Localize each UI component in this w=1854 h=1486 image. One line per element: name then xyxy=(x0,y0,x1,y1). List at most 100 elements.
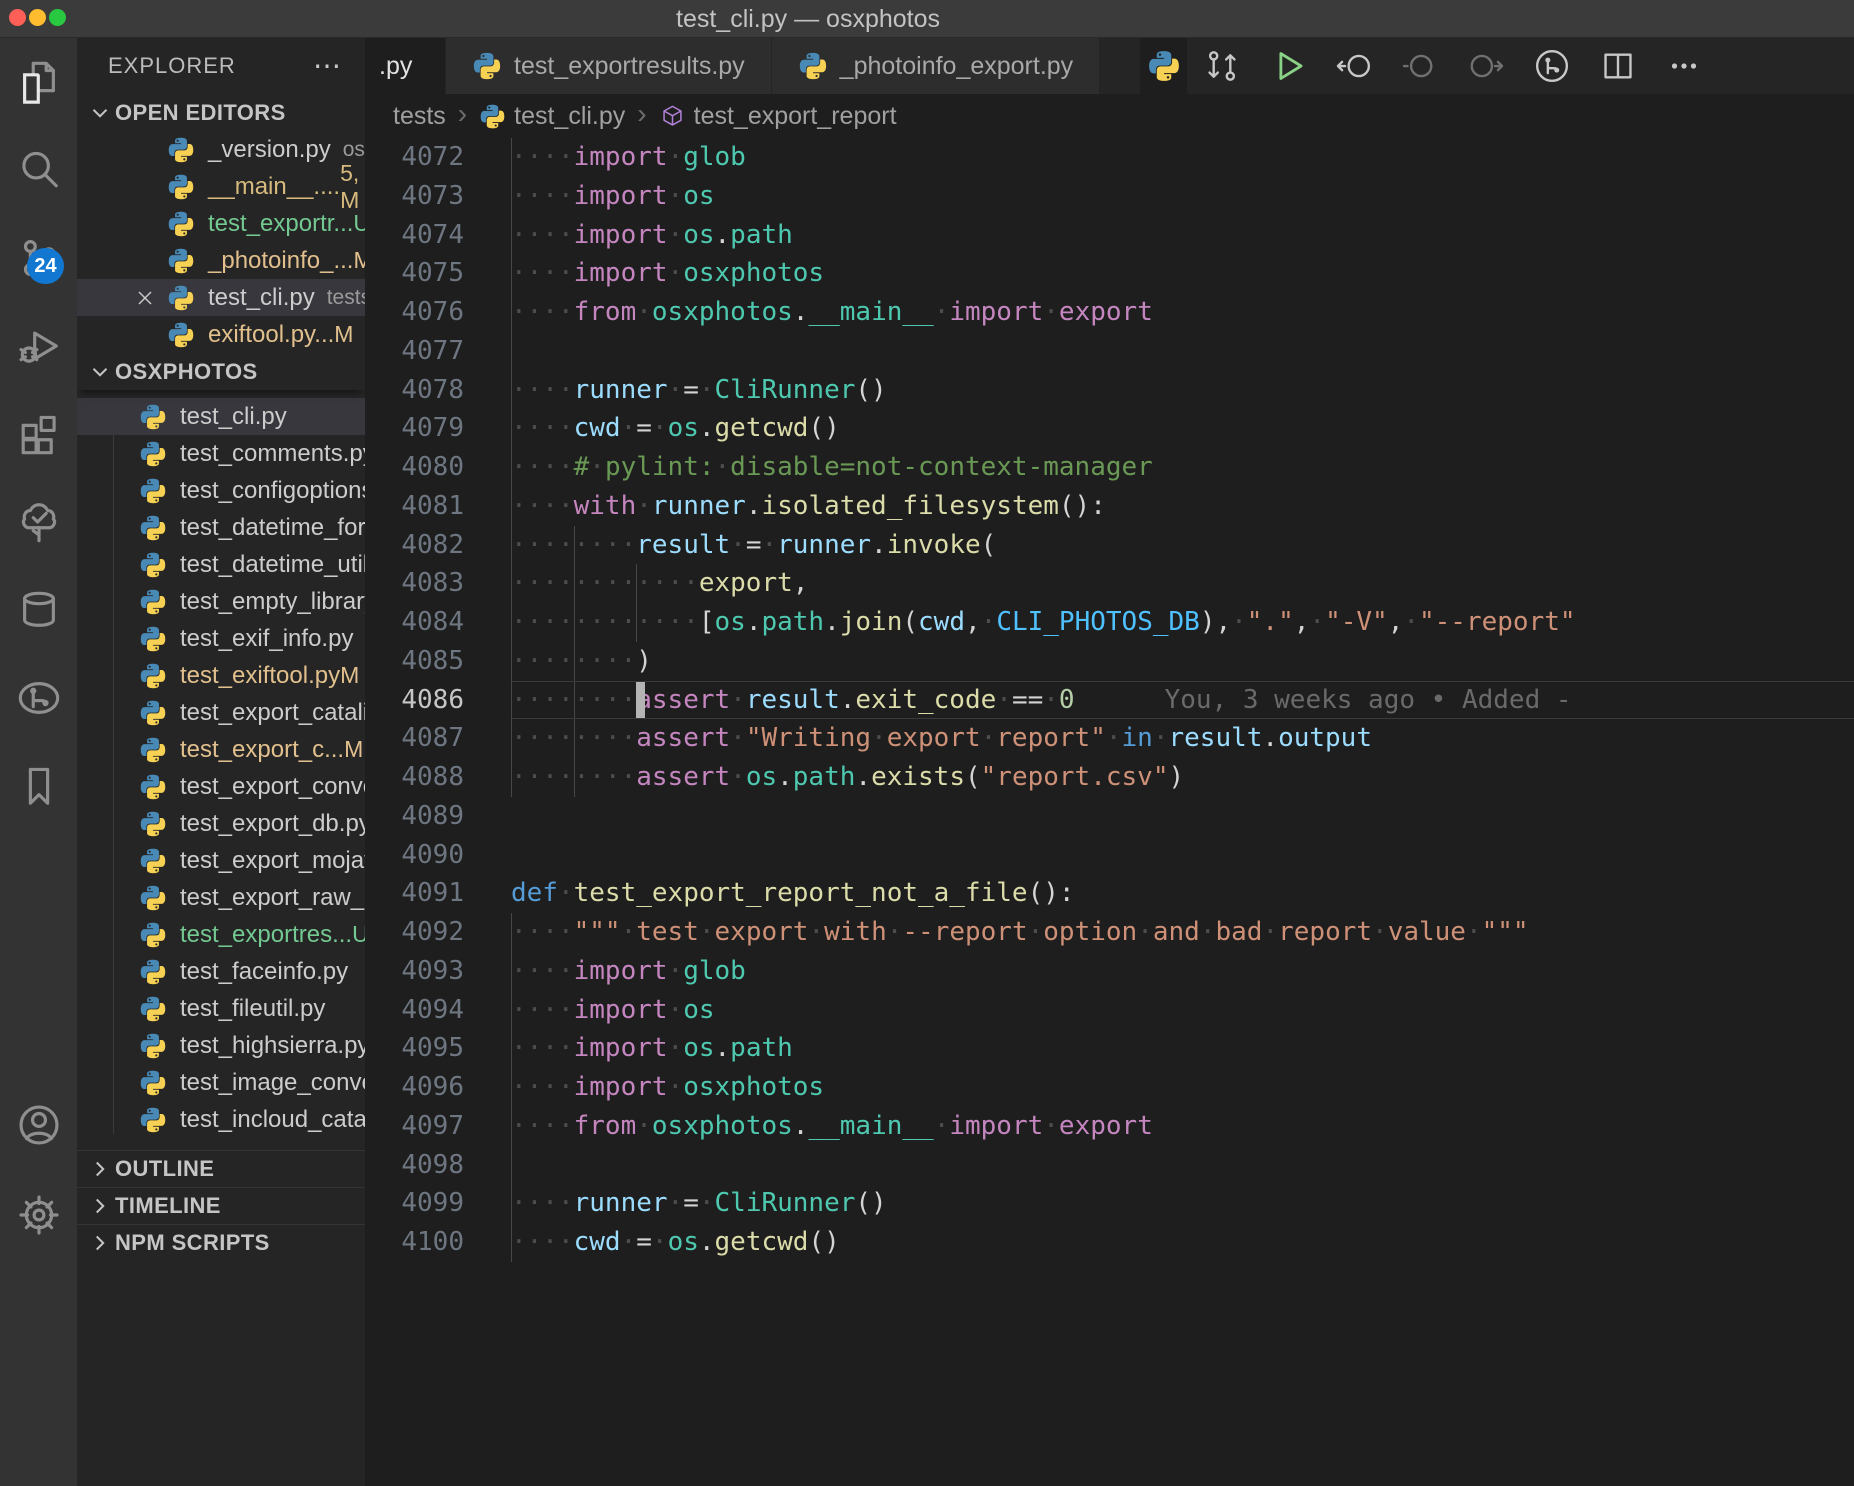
tab-.py[interactable]: .py xyxy=(365,38,445,94)
code-line-content[interactable]: ········assert·result.exit_code·==·0You,… xyxy=(511,681,1854,720)
line-number[interactable]: 4084 xyxy=(365,603,511,642)
breadcrumb-item-test_cli.py[interactable]: test_cli.py xyxy=(479,102,625,131)
code-line[interactable]: 4081····with·runner.isolated_filesystem(… xyxy=(365,487,1854,526)
line-number[interactable]: 4094 xyxy=(365,991,511,1030)
code-line-content[interactable]: ········result·=·runner.invoke( xyxy=(511,526,1854,565)
activity-bar-item-bookmarks[interactable] xyxy=(0,742,77,830)
activity-bar-item-settings-gear[interactable] xyxy=(0,1193,77,1237)
activity-bar-item-test-explorer[interactable] xyxy=(0,478,77,566)
code-line[interactable]: 4095····import·os.path xyxy=(365,1029,1854,1068)
code-line-content[interactable]: ········assert·os.path.exists("report.cs… xyxy=(511,758,1854,797)
tree-item[interactable]: test_comments.py xyxy=(77,435,365,472)
code-line[interactable]: 4074····import·os.path xyxy=(365,216,1854,255)
line-number[interactable]: 4078 xyxy=(365,371,511,410)
code-line[interactable]: 4086········assert·result.exit_code·==·0… xyxy=(365,681,1854,720)
split-editor-button[interactable] xyxy=(1598,46,1638,86)
code-line-content[interactable]: ····runner·=·CliRunner() xyxy=(511,371,1854,410)
line-number[interactable]: 4082 xyxy=(365,526,511,565)
line-number[interactable]: 4087 xyxy=(365,719,511,758)
code-line-content[interactable] xyxy=(511,1146,1854,1185)
git-graph-button[interactable] xyxy=(1532,46,1572,86)
line-number[interactable]: 4077 xyxy=(365,332,511,371)
pinned-tab[interactable] xyxy=(1140,38,1187,94)
tree-item[interactable]: test_export_mojave... xyxy=(77,842,365,879)
code-line[interactable]: 4091def·test_export_report_not_a_file(): xyxy=(365,874,1854,913)
zoom-window-button[interactable] xyxy=(49,9,66,26)
tree-item[interactable]: test_fileutil.py xyxy=(77,990,365,1027)
code-line[interactable]: 4090 xyxy=(365,836,1854,875)
code-line-content[interactable]: ····import·glob xyxy=(511,952,1854,991)
code-line[interactable]: 4078····runner·=·CliRunner() xyxy=(365,371,1854,410)
tree-item[interactable]: test_exif_info.py xyxy=(77,620,365,657)
code-line[interactable]: 4098 xyxy=(365,1146,1854,1185)
code-line[interactable]: 4087········assert·"Writing·export·repor… xyxy=(365,719,1854,758)
line-number[interactable]: 4090 xyxy=(365,836,511,875)
line-number[interactable]: 4088 xyxy=(365,758,511,797)
compare-changes-button[interactable] xyxy=(1202,46,1242,86)
code-line-content[interactable]: def·test_export_report_not_a_file(): xyxy=(511,874,1854,913)
sidebar-section-timeline[interactable]: TIMELINE xyxy=(77,1187,365,1224)
code-line-content[interactable]: ····cwd·=·os.getcwd() xyxy=(511,1223,1854,1262)
activity-bar-item-search[interactable] xyxy=(0,126,77,214)
code-line[interactable]: 4089 xyxy=(365,797,1854,836)
open-editor-item[interactable]: test_cli.pytests xyxy=(77,279,365,316)
code-line-content[interactable]: ····import·os.path xyxy=(511,216,1854,255)
open-editor-item[interactable]: test_exportr...U xyxy=(77,205,365,242)
code-line[interactable]: 4077 xyxy=(365,332,1854,371)
tree-item[interactable]: test_highsierra.py xyxy=(77,1027,365,1064)
activity-bar-item-explorer[interactable] xyxy=(0,38,77,126)
code-line-content[interactable] xyxy=(511,836,1854,875)
activity-bar-item-account[interactable] xyxy=(0,1103,77,1147)
line-number[interactable]: 4076 xyxy=(365,293,511,332)
tree-item[interactable]: test_export_db.py xyxy=(77,805,365,842)
code-line-content[interactable]: ····import·os.path xyxy=(511,1029,1854,1068)
code-line[interactable]: 4084············[os.path.join(cwd,·CLI_P… xyxy=(365,603,1854,642)
code-editor[interactable]: 4072 ····import·glob 4073····import·os4074… xyxy=(365,138,1854,1486)
tree-item[interactable]: test_export_catalin... xyxy=(77,694,365,731)
sidebar-section-npm-scripts[interactable]: NPM SCRIPTS xyxy=(77,1224,365,1261)
line-number[interactable]: 4099 xyxy=(365,1184,511,1223)
line-number[interactable]: 4093 xyxy=(365,952,511,991)
open-editor-item[interactable]: __main__....5, M xyxy=(77,168,365,205)
code-line[interactable]: 4099····runner·=·CliRunner() xyxy=(365,1184,1854,1223)
code-line-content[interactable]: ········assert·"Writing·export·report"·i… xyxy=(511,719,1854,758)
line-number[interactable]: 4075 xyxy=(365,254,511,293)
close-editor-icon[interactable] xyxy=(133,286,167,310)
tree-item[interactable]: test_datetime_form... xyxy=(77,509,365,546)
line-number[interactable]: 4081 xyxy=(365,487,511,526)
run-cell-button[interactable] xyxy=(1400,46,1440,86)
line-number[interactable]: 4080 xyxy=(365,448,511,487)
line-number[interactable]: 4086 xyxy=(365,681,511,720)
tree-item[interactable]: test_exiftool.pyM xyxy=(77,657,365,694)
breadcrumb-item-tests[interactable]: tests xyxy=(393,102,446,131)
line-number[interactable]: 4097 xyxy=(365,1107,511,1146)
code-line-content[interactable] xyxy=(511,332,1854,371)
tree-item[interactable]: test_empty_library_... xyxy=(77,583,365,620)
line-number[interactable]: 4100 xyxy=(365,1223,511,1262)
line-number[interactable]: 4072 xyxy=(365,138,511,177)
code-line[interactable]: 4082········result·=·runner.invoke( xyxy=(365,526,1854,565)
code-line-content[interactable]: ····"""·test·export·with·--report·option… xyxy=(511,913,1854,952)
open-editor-item[interactable]: _version.pyosxp... xyxy=(77,131,365,168)
more-actions-button[interactable] xyxy=(1664,46,1704,86)
code-line[interactable]: 4100····cwd·=·os.getcwd() xyxy=(365,1223,1854,1262)
breadcrumb-item-test_export_report[interactable]: test_export_report xyxy=(659,102,897,131)
code-line-content[interactable]: ····#·pylint:·disable=not-context-manage… xyxy=(511,448,1854,487)
line-number[interactable]: 4073 xyxy=(365,177,511,216)
code-line-content[interactable]: ····import·osxphotos xyxy=(511,1068,1854,1107)
tree-item[interactable]: test_incloud_catali... xyxy=(77,1101,365,1138)
tree-item[interactable]: test_exportres...U xyxy=(77,916,365,953)
code-line-content[interactable] xyxy=(511,797,1854,836)
code-line[interactable]: 4092····"""·test·export·with·--report·op… xyxy=(365,913,1854,952)
run-below-button[interactable] xyxy=(1466,46,1506,86)
code-line[interactable]: 4076····from·osxphotos.__main__·import·e… xyxy=(365,293,1854,332)
line-number[interactable]: 4079 xyxy=(365,409,511,448)
views-and-more-actions-button[interactable]: ⋯ xyxy=(313,52,341,80)
tree-item[interactable]: test_configoptions.... xyxy=(77,472,365,509)
open-editors-header[interactable]: OPEN EDITORS xyxy=(77,94,365,131)
tree-item[interactable]: test_export_conver... xyxy=(77,768,365,805)
line-number[interactable]: 4096 xyxy=(365,1068,511,1107)
tab-test_exportresults.py[interactable]: test_exportresults.py xyxy=(446,38,771,94)
code-line[interactable]: 4073····import·os xyxy=(365,177,1854,216)
code-line[interactable]: 4080····#·pylint:·disable=not-context-ma… xyxy=(365,448,1854,487)
